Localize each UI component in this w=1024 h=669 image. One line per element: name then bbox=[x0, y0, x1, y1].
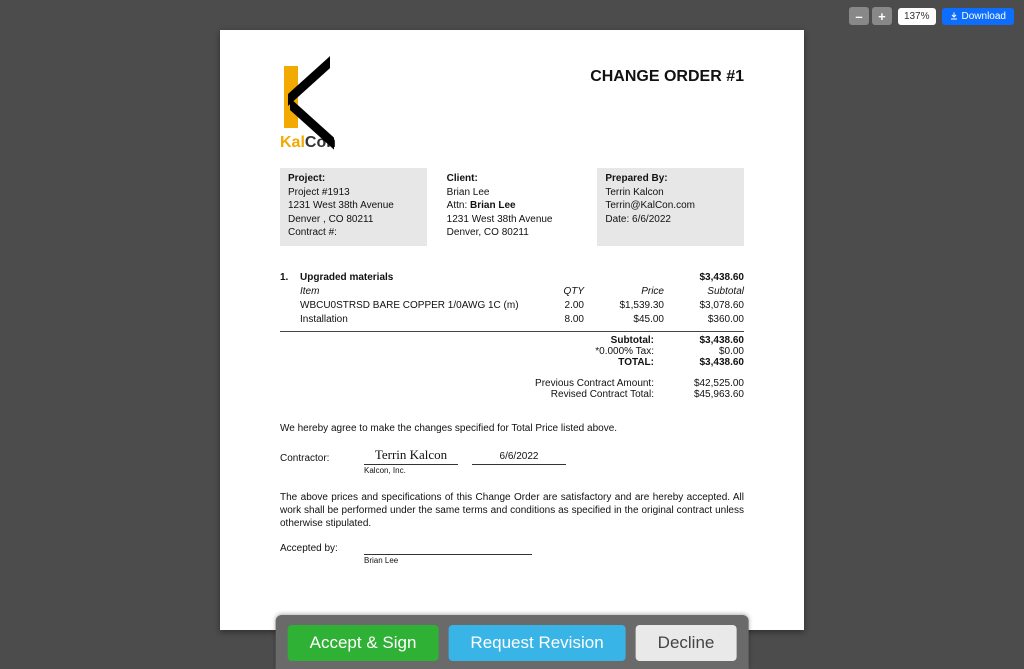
zoom-level-display: 137% bbox=[898, 8, 936, 25]
client-attn-label: Attn: bbox=[447, 200, 470, 211]
prepared-info-box: Prepared By: Terrin Kalcon Terrin@KalCon… bbox=[597, 168, 744, 246]
company-logo: KalCon bbox=[280, 66, 336, 152]
col-header-item: Item bbox=[300, 286, 534, 297]
document-title: CHANGE ORDER #1 bbox=[590, 68, 744, 86]
project-info-box: Project: Project #1913 1231 West 38th Av… bbox=[280, 168, 427, 246]
accept-sign-button[interactable]: Accept & Sign bbox=[288, 625, 439, 661]
contractor-sign-date: 6/6/2022 bbox=[472, 450, 566, 465]
divider bbox=[280, 331, 744, 332]
item-group-total: $3,438.60 bbox=[664, 272, 744, 283]
client-address2: Denver, CO 80211 bbox=[447, 226, 578, 240]
total-label: TOTAL: bbox=[494, 357, 654, 368]
request-revision-button[interactable]: Request Revision bbox=[448, 625, 625, 661]
decline-button[interactable]: Decline bbox=[636, 625, 737, 661]
zoom-in-button[interactable]: + bbox=[872, 7, 892, 25]
download-button[interactable]: Download bbox=[942, 8, 1014, 25]
client-attn-name: Brian Lee bbox=[470, 200, 516, 211]
col-header-qty: QTY bbox=[534, 286, 584, 297]
tax-label: *0.000% Tax: bbox=[494, 346, 654, 357]
logo-text-part1: Kal bbox=[280, 134, 305, 151]
contractor-company: Kalcon, Inc. bbox=[364, 466, 744, 476]
accepted-signature-field bbox=[364, 553, 532, 555]
client-name: Brian Lee bbox=[447, 186, 578, 200]
prev-contract-value: $42,525.00 bbox=[654, 378, 744, 389]
accepted-label: Accepted by: bbox=[280, 542, 350, 555]
project-heading: Project: bbox=[288, 172, 419, 186]
col-header-price: Price bbox=[584, 286, 664, 297]
download-icon bbox=[950, 12, 958, 20]
contractor-signature: Terrin Kalcon bbox=[364, 447, 458, 466]
agreement-line1: We hereby agree to make the changes spec… bbox=[280, 422, 744, 435]
revised-contract-label: Revised Contract Total: bbox=[494, 389, 654, 400]
line-item-subtotal: $360.00 bbox=[664, 314, 744, 325]
contractor-label: Contractor: bbox=[280, 452, 350, 465]
project-address2: Denver , CO 80211 bbox=[288, 213, 419, 227]
document-page: KalCon CHANGE ORDER #1 Project: Project … bbox=[220, 30, 804, 630]
client-info-box: Client: Brian Lee Attn: Brian Lee 1231 W… bbox=[439, 168, 586, 246]
project-contract-label: Contract #: bbox=[288, 226, 419, 240]
client-address1: 1231 West 38th Avenue bbox=[447, 213, 578, 227]
line-item-qty: 2.00 bbox=[534, 300, 584, 311]
zoom-controls: – + bbox=[849, 7, 892, 25]
line-item: WBCU0STRSD BARE COPPER 1/0AWG 1C (m) 2.0… bbox=[280, 300, 744, 311]
project-name: Project #1913 bbox=[288, 186, 419, 200]
line-items: 1. Upgraded materials $3,438.60 Item QTY… bbox=[280, 272, 744, 325]
logo-mark bbox=[280, 66, 330, 128]
col-header-subtotal: Subtotal bbox=[664, 286, 744, 297]
line-item: Installation 8.00 $45.00 $360.00 bbox=[280, 314, 744, 325]
prepared-email: Terrin@KalCon.com bbox=[605, 199, 736, 213]
download-label: Download bbox=[962, 11, 1006, 22]
zoom-out-button[interactable]: – bbox=[849, 7, 869, 25]
line-item-qty: 8.00 bbox=[534, 314, 584, 325]
total-value: $3,438.60 bbox=[654, 357, 744, 368]
action-bar: Accept & Sign Request Revision Decline bbox=[276, 615, 749, 669]
line-item-price: $1,539.30 bbox=[584, 300, 664, 311]
item-number: 1. bbox=[280, 272, 300, 283]
revised-contract-value: $45,963.60 bbox=[654, 389, 744, 400]
subtotal-value: $3,438.60 bbox=[654, 335, 744, 346]
accepted-name: Brian Lee bbox=[364, 556, 744, 566]
project-address1: 1231 West 38th Avenue bbox=[288, 199, 419, 213]
tax-value: $0.00 bbox=[654, 346, 744, 357]
line-item-price: $45.00 bbox=[584, 314, 664, 325]
prepared-date-label: Date: bbox=[605, 214, 632, 225]
item-group-title: Upgraded materials bbox=[300, 272, 664, 283]
subtotal-label: Subtotal: bbox=[494, 335, 654, 346]
line-item-desc: Installation bbox=[300, 314, 534, 325]
prepared-name: Terrin Kalcon bbox=[605, 186, 736, 200]
line-item-desc: WBCU0STRSD BARE COPPER 1/0AWG 1C (m) bbox=[300, 300, 534, 311]
agreement-block: We hereby agree to make the changes spec… bbox=[280, 422, 744, 567]
prepared-heading: Prepared By: bbox=[605, 172, 736, 186]
totals-block: Subtotal: $3,438.60 *0.000% Tax: $0.00 T… bbox=[280, 335, 744, 400]
line-item-subtotal: $3,078.60 bbox=[664, 300, 744, 311]
client-heading: Client: bbox=[447, 172, 578, 186]
prepared-date: 6/6/2022 bbox=[632, 214, 671, 225]
viewer-toolbar: – + 137% Download bbox=[849, 7, 1014, 25]
prev-contract-label: Previous Contract Amount: bbox=[494, 378, 654, 389]
terms-text: The above prices and specifications of t… bbox=[280, 491, 744, 530]
